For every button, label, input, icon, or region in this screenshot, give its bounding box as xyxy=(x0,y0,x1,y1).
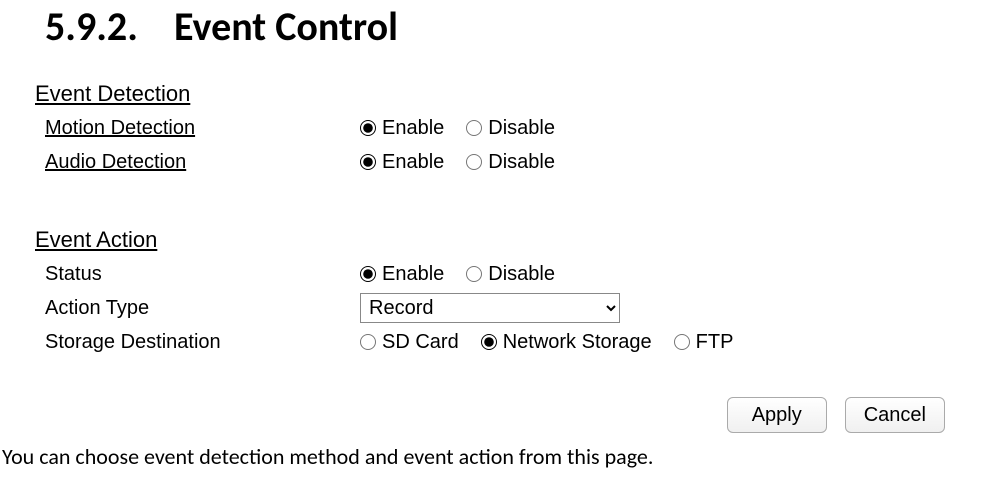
section-event-action-title: Event Action xyxy=(35,227,955,253)
footer-description: You can choose event detection method an… xyxy=(2,443,989,470)
radio-storage-net-label: Network Storage xyxy=(503,331,652,354)
radio-storage-ftp-input[interactable] xyxy=(674,334,690,350)
radio-motion-disable[interactable]: Disable xyxy=(466,117,555,140)
section-event-detection-title: Event Detection xyxy=(35,81,955,107)
radio-status-enable[interactable]: Enable xyxy=(360,263,444,286)
radio-status-enable-label: Enable xyxy=(382,263,444,286)
radio-motion-disable-label: Disable xyxy=(488,117,555,140)
radio-status-disable-label: Disable xyxy=(488,263,555,286)
row-status: Status Enable Disable xyxy=(35,259,955,289)
apply-button[interactable]: Apply xyxy=(727,397,827,433)
radio-storage-net[interactable]: Network Storage xyxy=(481,331,652,354)
radio-audio-disable-input[interactable] xyxy=(466,154,482,170)
radio-status-disable-input[interactable] xyxy=(466,266,482,282)
heading-number: 5.9.2. xyxy=(45,2,165,51)
heading-title: Event Control xyxy=(174,2,398,51)
row-action-type: Action Type Record xyxy=(35,293,955,323)
radio-motion-enable-label: Enable xyxy=(382,117,444,140)
radio-status-enable-input[interactable] xyxy=(360,266,376,282)
cancel-button[interactable]: Cancel xyxy=(845,397,945,433)
radio-audio-enable-label: Enable xyxy=(382,151,444,174)
radio-storage-net-input[interactable] xyxy=(481,334,497,350)
label-motion-detection[interactable]: Motion Detection xyxy=(35,117,360,140)
page-heading: 5.9.2. Event Control xyxy=(45,2,989,51)
radio-motion-enable[interactable]: Enable xyxy=(360,117,444,140)
radio-audio-disable[interactable]: Disable xyxy=(466,151,555,174)
radio-status-disable[interactable]: Disable xyxy=(466,263,555,286)
radio-audio-enable-input[interactable] xyxy=(360,154,376,170)
label-status: Status xyxy=(35,263,360,286)
label-storage-destination: Storage Destination xyxy=(35,331,360,354)
row-motion-detection: Motion Detection Enable Disable xyxy=(35,113,955,143)
radio-motion-disable-input[interactable] xyxy=(466,120,482,136)
radio-storage-ftp[interactable]: FTP xyxy=(674,331,734,354)
radio-storage-sd-label: SD Card xyxy=(382,331,459,354)
label-audio-detection[interactable]: Audio Detection xyxy=(35,151,360,174)
radio-storage-sd-input[interactable] xyxy=(360,334,376,350)
radio-storage-sd[interactable]: SD Card xyxy=(360,331,459,354)
row-storage-destination: Storage Destination SD Card Network Stor… xyxy=(35,327,955,357)
radio-audio-disable-label: Disable xyxy=(488,151,555,174)
radio-motion-enable-input[interactable] xyxy=(360,120,376,136)
label-action-type: Action Type xyxy=(35,297,360,320)
select-action-type[interactable]: Record xyxy=(360,293,620,323)
radio-audio-enable[interactable]: Enable xyxy=(360,151,444,174)
row-audio-detection: Audio Detection Enable Disable xyxy=(35,147,955,177)
radio-storage-ftp-label: FTP xyxy=(696,331,734,354)
